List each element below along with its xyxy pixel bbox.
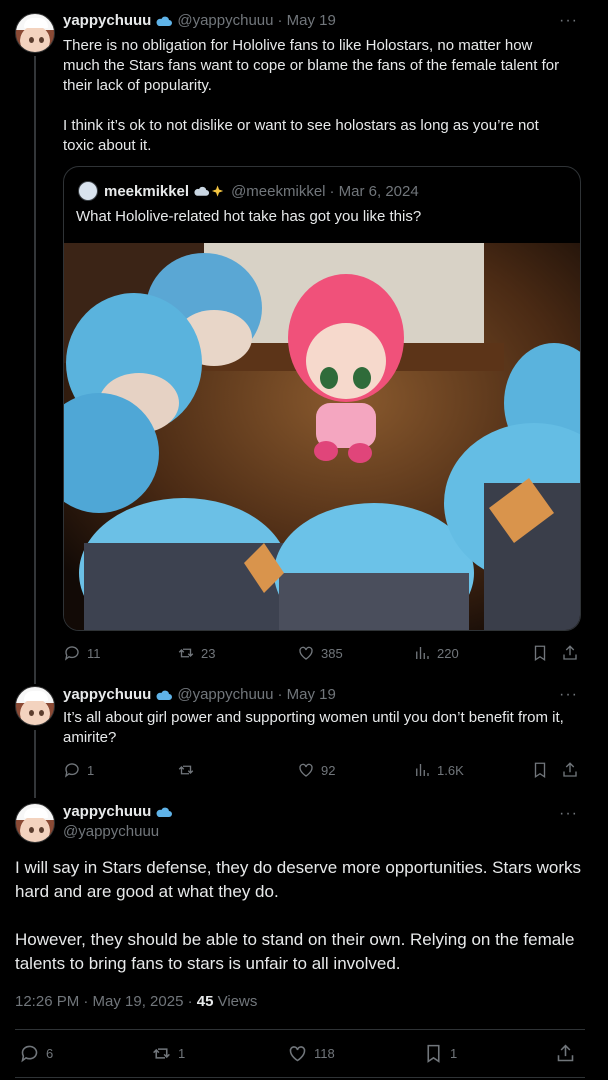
main-tweet-text: I will say in Stars defense, they do des…	[15, 858, 581, 973]
quote-handle: @meekmikkel	[231, 182, 326, 200]
like-count: 385	[321, 645, 343, 661]
bookmark-button[interactable]	[531, 761, 549, 779]
repost-count: 23	[201, 645, 216, 661]
like-button[interactable]: 92	[297, 761, 335, 779]
repost-button[interactable]	[177, 761, 201, 779]
reply-icon	[64, 763, 79, 778]
views-count: 45	[196, 993, 214, 1010]
tweet-header: yappychuuu @yappychuuu · May 19	[63, 686, 336, 703]
cloud-badge-icon	[156, 807, 173, 817]
display-name[interactable]: yappychuuu	[63, 803, 151, 820]
reply-count: 6	[46, 1046, 54, 1061]
views-label: Views	[213, 993, 258, 1010]
repost-icon	[178, 765, 194, 775]
views-count: 1.6K	[437, 762, 464, 778]
plush-photo[interactable]	[64, 243, 581, 631]
analytics-icon	[416, 647, 429, 659]
cloud-sparkle-badge-icon	[194, 185, 224, 197]
divider	[15, 1029, 585, 1030]
bookmark-button[interactable]: 1	[423, 1043, 457, 1064]
tweet-actions: 11 23 385 220	[63, 644, 581, 664]
heart-icon	[299, 646, 313, 660]
heart-icon	[299, 763, 313, 777]
share-button[interactable]	[561, 761, 579, 779]
share-icon	[563, 645, 577, 660]
repost-count: 1	[178, 1046, 186, 1061]
like-button[interactable]: 118	[287, 1043, 335, 1064]
views-button[interactable]: 220	[413, 644, 459, 662]
tweet-text: It’s all about girl power and supporting…	[63, 709, 569, 746]
share-button[interactable]	[555, 1043, 576, 1064]
main-tweet-header: yappychuuu @yappychuuu	[63, 803, 177, 840]
reply-button[interactable]: 11	[63, 644, 101, 662]
share-icon	[557, 1044, 574, 1062]
tweet-actions: 1 92 1.6K	[63, 761, 581, 781]
like-count: 118	[314, 1046, 335, 1061]
user-handle[interactable]: @yappychuuu	[63, 823, 177, 840]
repost-icon	[178, 648, 194, 658]
more-options-icon[interactable]: ···	[559, 12, 578, 30]
quote-avatar	[78, 181, 98, 201]
more-options-icon[interactable]: ···	[559, 686, 578, 704]
bookmark-count: 1	[450, 1046, 458, 1061]
tweet-date[interactable]: · May 19	[277, 686, 335, 703]
heart-icon	[289, 1046, 306, 1062]
display-name[interactable]: yappychuuu	[63, 12, 151, 29]
tweet-1[interactable]: yappychuuu @yappychuuu · May 19 ··· Ther…	[0, 0, 608, 680]
tweet-header: yappychuuu @yappychuuu · May 19	[63, 12, 336, 29]
divider	[15, 1077, 585, 1078]
reply-icon	[64, 646, 79, 661]
reply-count: 1	[87, 762, 95, 778]
tweet-date[interactable]: · May 19	[277, 12, 335, 29]
timestamp[interactable]: 12:26 PM · May 19, 2025 ·	[15, 993, 197, 1010]
display-name[interactable]: yappychuuu	[63, 686, 151, 703]
share-button[interactable]	[561, 644, 579, 662]
reply-icon	[21, 1045, 38, 1063]
bookmark-icon	[427, 1044, 440, 1063]
bookmark-button[interactable]	[531, 644, 549, 662]
repost-icon	[153, 1048, 170, 1059]
views-count: 220	[437, 645, 459, 661]
tweet-text: There is no obligation for Hololive fans…	[63, 37, 560, 154]
share-icon	[563, 762, 577, 777]
main-tweet-actions: 6 1 118 1	[15, 1043, 585, 1065]
like-count: 92	[321, 762, 336, 778]
bookmark-icon	[534, 645, 546, 662]
views-button[interactable]: 1.6K	[413, 761, 464, 779]
reply-count: 11	[87, 645, 101, 661]
user-handle[interactable]: @yappychuuu	[177, 12, 273, 29]
avatar[interactable]	[15, 13, 55, 53]
avatar[interactable]	[15, 686, 55, 726]
reply-button[interactable]: 6	[19, 1043, 53, 1064]
repost-button[interactable]: 1	[151, 1043, 185, 1064]
tweet-meta: 12:26 PM · May 19, 2025 · 45 Views	[15, 993, 257, 1010]
cloud-badge-icon	[156, 16, 173, 26]
user-handle[interactable]: @yappychuuu	[177, 686, 273, 703]
quote-header: meekmikkel @meekmikkel · Mar 6, 2024	[78, 181, 419, 201]
reply-button[interactable]: 1	[63, 761, 94, 779]
analytics-icon	[416, 764, 429, 776]
cloud-badge-icon	[156, 690, 173, 700]
like-button[interactable]: 385	[297, 644, 343, 662]
quote-display-name: meekmikkel	[104, 182, 190, 200]
avatar[interactable]	[15, 803, 55, 843]
more-options-icon[interactable]: ···	[559, 805, 578, 823]
quoted-tweet[interactable]: meekmikkel @meekmikkel · Mar 6, 2024 Wha…	[63, 166, 581, 631]
quote-text: What Hololive-related hot take has got y…	[76, 208, 422, 225]
bookmark-icon	[534, 762, 546, 779]
repost-button[interactable]: 23	[177, 644, 215, 662]
tweet-2[interactable]: yappychuuu @yappychuuu · May 19 ··· It’s…	[0, 680, 608, 795]
quote-date: · Mar 6, 2024	[329, 182, 419, 200]
